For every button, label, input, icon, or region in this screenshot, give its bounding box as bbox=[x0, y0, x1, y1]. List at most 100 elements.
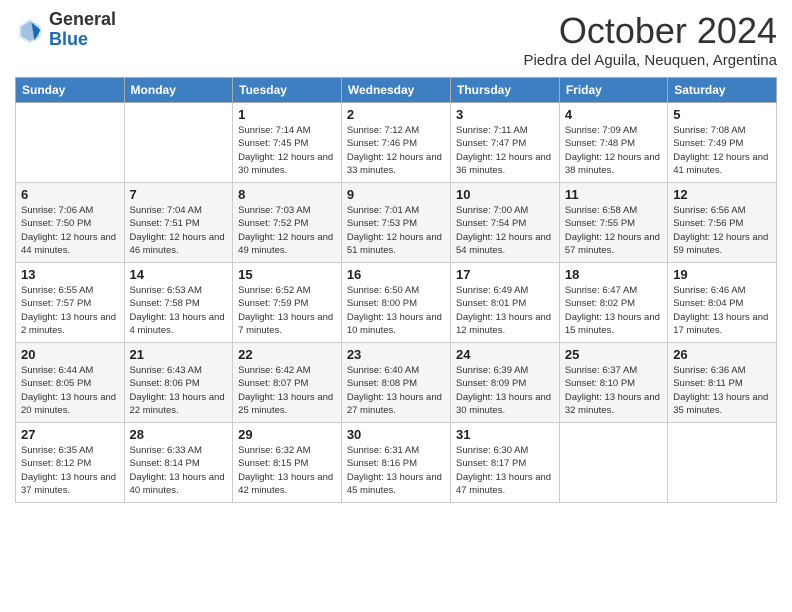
table-row: 15Sunrise: 6:52 AMSunset: 7:59 PMDayligh… bbox=[233, 263, 342, 343]
calendar-week-row: 6 Sunrise: 7:06 AMSunset: 7:50 PMDaylight… bbox=[16, 183, 777, 263]
table-row: 21 Sunrise: 6:43 AMSunset: 8:06 PMDayligh… bbox=[124, 343, 233, 423]
table-row bbox=[668, 423, 777, 503]
calendar-week-row: 20Sunrise: 6:44 AMSunset: 8:05 PMDayligh… bbox=[16, 343, 777, 423]
table-row bbox=[124, 103, 233, 183]
table-row: 31 Sunrise: 6:30 AMSunset: 8:17 PMDayligh… bbox=[451, 423, 560, 503]
day-info: Sunrise: 6:32 AMSunset: 8:15 PMDaylight:… bbox=[238, 444, 336, 497]
col-saturday: Saturday bbox=[668, 78, 777, 103]
day-info: Sunrise: 6:50 AMSunset: 8:00 PMDaylight:… bbox=[347, 284, 445, 337]
day-number: 17 bbox=[456, 267, 554, 282]
day-number: 5 bbox=[673, 107, 771, 122]
page-header: General Blue October 2024 Piedra del Agu… bbox=[15, 10, 777, 69]
calendar-header-row: Sunday Monday Tuesday Wednesday Thursday… bbox=[16, 78, 777, 103]
day-info: Sunrise: 7:04 AMSunset: 7:51 PMDaylight:… bbox=[130, 204, 228, 257]
col-tuesday: Tuesday bbox=[233, 78, 342, 103]
logo-icon bbox=[15, 15, 45, 45]
day-info: Sunrise: 6:58 AMSunset: 7:55 PMDaylight:… bbox=[565, 204, 662, 257]
day-info: Sunrise: 6:30 AMSunset: 8:17 PMDaylight:… bbox=[456, 444, 554, 497]
table-row: 7 Sunrise: 7:04 AMSunset: 7:51 PMDaylight… bbox=[124, 183, 233, 263]
day-info: Sunrise: 7:11 AMSunset: 7:47 PMDaylight:… bbox=[456, 124, 554, 177]
day-info: Sunrise: 6:36 AMSunset: 8:11 PMDaylight:… bbox=[673, 364, 771, 417]
day-info: Sunrise: 7:03 AMSunset: 7:52 PMDaylight:… bbox=[238, 204, 336, 257]
day-number: 16 bbox=[347, 267, 445, 282]
location-subtitle: Piedra del Aguila, Neuquen, Argentina bbox=[523, 52, 777, 69]
table-row: 11 Sunrise: 6:58 AMSunset: 7:55 PMDayligh… bbox=[559, 183, 667, 263]
table-row: 28 Sunrise: 6:33 AMSunset: 8:14 PMDayligh… bbox=[124, 423, 233, 503]
table-row: 18Sunrise: 6:47 AMSunset: 8:02 PMDayligh… bbox=[559, 263, 667, 343]
table-row bbox=[16, 103, 125, 183]
day-number: 26 bbox=[673, 347, 771, 362]
day-info: Sunrise: 6:33 AMSunset: 8:14 PMDaylight:… bbox=[130, 444, 228, 497]
table-row: 23Sunrise: 6:40 AMSunset: 8:08 PMDayligh… bbox=[341, 343, 450, 423]
day-number: 21 bbox=[130, 347, 228, 362]
table-row: 25Sunrise: 6:37 AMSunset: 8:10 PMDayligh… bbox=[559, 343, 667, 423]
logo: General Blue bbox=[15, 10, 116, 50]
table-row: 22 Sunrise: 6:42 AMSunset: 8:07 PMDayligh… bbox=[233, 343, 342, 423]
day-info: Sunrise: 6:39 AMSunset: 8:09 PMDaylight:… bbox=[456, 364, 554, 417]
day-number: 9 bbox=[347, 187, 445, 202]
table-row: 26 Sunrise: 6:36 AMSunset: 8:11 PMDayligh… bbox=[668, 343, 777, 423]
table-row: 1 Sunrise: 7:14 AMSunset: 7:45 PMDaylight… bbox=[233, 103, 342, 183]
table-row: 17Sunrise: 6:49 AMSunset: 8:01 PMDayligh… bbox=[451, 263, 560, 343]
table-row: 14 Sunrise: 6:53 AMSunset: 7:58 PMDayligh… bbox=[124, 263, 233, 343]
col-monday: Monday bbox=[124, 78, 233, 103]
day-number: 31 bbox=[456, 427, 554, 442]
table-row: 6 Sunrise: 7:06 AMSunset: 7:50 PMDaylight… bbox=[16, 183, 125, 263]
table-row: 2Sunrise: 7:12 AMSunset: 7:46 PMDaylight… bbox=[341, 103, 450, 183]
title-block: October 2024 Piedra del Aguila, Neuquen,… bbox=[523, 10, 777, 69]
table-row: 30 Sunrise: 6:31 AMSunset: 8:16 PMDayligh… bbox=[341, 423, 450, 503]
day-info: Sunrise: 6:56 AMSunset: 7:56 PMDaylight:… bbox=[673, 204, 771, 257]
day-number: 29 bbox=[238, 427, 336, 442]
day-number: 6 bbox=[21, 187, 119, 202]
table-row: 8 Sunrise: 7:03 AMSunset: 7:52 PMDaylight… bbox=[233, 183, 342, 263]
day-number: 4 bbox=[565, 107, 662, 122]
table-row: 20Sunrise: 6:44 AMSunset: 8:05 PMDayligh… bbox=[16, 343, 125, 423]
day-number: 18 bbox=[565, 267, 662, 282]
table-row: 5Sunrise: 7:08 AMSunset: 7:49 PMDaylight… bbox=[668, 103, 777, 183]
table-row: 29 Sunrise: 6:32 AMSunset: 8:15 PMDayligh… bbox=[233, 423, 342, 503]
day-info: Sunrise: 6:53 AMSunset: 7:58 PMDaylight:… bbox=[130, 284, 228, 337]
calendar-week-row: 27 Sunrise: 6:35 AMSunset: 8:12 PMDayligh… bbox=[16, 423, 777, 503]
day-number: 1 bbox=[238, 107, 336, 122]
day-info: Sunrise: 6:46 AMSunset: 8:04 PMDaylight:… bbox=[673, 284, 771, 337]
day-info: Sunrise: 7:00 AMSunset: 7:54 PMDaylight:… bbox=[456, 204, 554, 257]
day-info: Sunrise: 6:31 AMSunset: 8:16 PMDaylight:… bbox=[347, 444, 445, 497]
calendar-table: Sunday Monday Tuesday Wednesday Thursday… bbox=[15, 77, 777, 503]
col-thursday: Thursday bbox=[451, 78, 560, 103]
day-number: 8 bbox=[238, 187, 336, 202]
day-number: 22 bbox=[238, 347, 336, 362]
day-info: Sunrise: 6:35 AMSunset: 8:12 PMDaylight:… bbox=[21, 444, 119, 497]
day-info: Sunrise: 7:01 AMSunset: 7:53 PMDaylight:… bbox=[347, 204, 445, 257]
day-number: 14 bbox=[130, 267, 228, 282]
table-row: 19 Sunrise: 6:46 AMSunset: 8:04 PMDayligh… bbox=[668, 263, 777, 343]
day-info: Sunrise: 6:43 AMSunset: 8:06 PMDaylight:… bbox=[130, 364, 228, 417]
logo-text: General Blue bbox=[49, 10, 116, 50]
table-row: 4Sunrise: 7:09 AMSunset: 7:48 PMDaylight… bbox=[559, 103, 667, 183]
col-friday: Friday bbox=[559, 78, 667, 103]
day-number: 30 bbox=[347, 427, 445, 442]
col-wednesday: Wednesday bbox=[341, 78, 450, 103]
col-sunday: Sunday bbox=[16, 78, 125, 103]
day-number: 25 bbox=[565, 347, 662, 362]
day-info: Sunrise: 6:44 AMSunset: 8:05 PMDaylight:… bbox=[21, 364, 119, 417]
table-row: 24 Sunrise: 6:39 AMSunset: 8:09 PMDayligh… bbox=[451, 343, 560, 423]
day-number: 3 bbox=[456, 107, 554, 122]
table-row: 27 Sunrise: 6:35 AMSunset: 8:12 PMDayligh… bbox=[16, 423, 125, 503]
day-number: 19 bbox=[673, 267, 771, 282]
month-title: October 2024 bbox=[523, 10, 777, 52]
day-info: Sunrise: 6:55 AMSunset: 7:57 PMDaylight:… bbox=[21, 284, 119, 337]
table-row bbox=[559, 423, 667, 503]
day-info: Sunrise: 6:40 AMSunset: 8:08 PMDaylight:… bbox=[347, 364, 445, 417]
table-row: 12Sunrise: 6:56 AMSunset: 7:56 PMDayligh… bbox=[668, 183, 777, 263]
day-number: 15 bbox=[238, 267, 336, 282]
day-number: 7 bbox=[130, 187, 228, 202]
day-info: Sunrise: 7:06 AMSunset: 7:50 PMDaylight:… bbox=[21, 204, 119, 257]
day-info: Sunrise: 7:14 AMSunset: 7:45 PMDaylight:… bbox=[238, 124, 336, 177]
table-row: 16 Sunrise: 6:50 AMSunset: 8:00 PMDayligh… bbox=[341, 263, 450, 343]
day-number: 27 bbox=[21, 427, 119, 442]
day-number: 11 bbox=[565, 187, 662, 202]
day-number: 13 bbox=[21, 267, 119, 282]
day-number: 28 bbox=[130, 427, 228, 442]
day-info: Sunrise: 6:42 AMSunset: 8:07 PMDaylight:… bbox=[238, 364, 336, 417]
day-number: 24 bbox=[456, 347, 554, 362]
